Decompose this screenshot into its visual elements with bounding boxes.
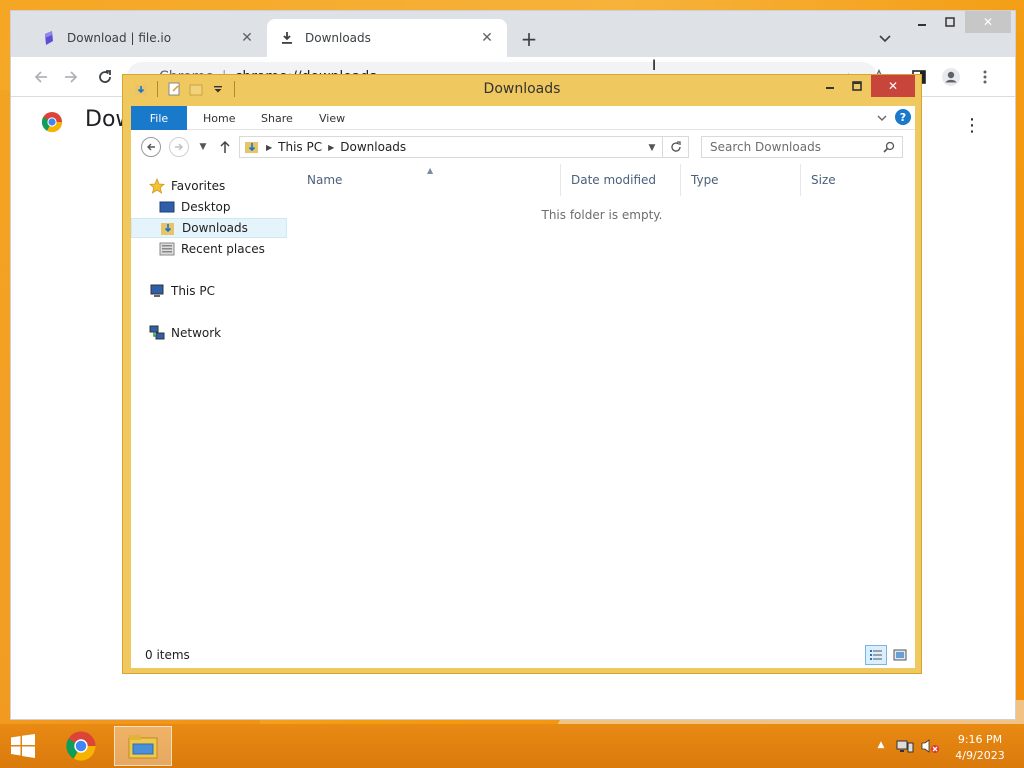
sort-ascending-icon: ▲ <box>427 166 434 175</box>
chrome-logo-icon <box>66 731 96 761</box>
reload-icon[interactable] <box>93 65 117 89</box>
chevron-down-icon[interactable]: ▼ <box>646 141 658 155</box>
file-explorer-window: Downloads ✕ File Home Share View ? ▼ ▶ T… <box>122 74 922 674</box>
kebab-menu-icon[interactable]: ⋮ <box>963 115 981 136</box>
breadcrumb-separator-icon: ▶ <box>328 142 335 152</box>
details-view-icon[interactable] <box>865 645 887 665</box>
nav-item-this-pc[interactable]: This PC <box>131 281 287 301</box>
close-icon[interactable]: ✕ <box>479 30 495 46</box>
item-count: 0 items <box>145 648 190 662</box>
navigation-pane: Favorites Desktop Downloads Recent place… <box>131 164 289 642</box>
nav-item-label: Downloads <box>182 221 248 235</box>
close-button[interactable]: ✕ <box>871 75 915 97</box>
empty-folder-message: This folder is empty. <box>541 208 663 222</box>
tab-view[interactable]: View <box>305 106 359 130</box>
show-hidden-icons-icon[interactable]: ▲ <box>874 738 888 752</box>
back-button[interactable] <box>141 137 161 157</box>
search-icon[interactable] <box>881 139 897 155</box>
nav-item-downloads[interactable]: Downloads <box>131 218 287 238</box>
search-input[interactable] <box>701 136 903 158</box>
minimize-button[interactable] <box>907 11 937 33</box>
download-icon <box>279 30 295 46</box>
ribbon-tabs: File Home Share View ? <box>131 106 915 130</box>
tab-file-io[interactable]: Download | file.io ✕ <box>29 19 267 57</box>
column-header-date-modified[interactable]: Date modified <box>561 164 681 196</box>
clock-time[interactable]: 9:16 PM <box>950 733 1010 746</box>
nav-item-label: Desktop <box>181 200 231 214</box>
breadcrumb-separator-icon: ▶ <box>266 142 273 152</box>
file-io-logo-icon <box>41 30 57 46</box>
breadcrumb[interactable]: ▶ This PC ▶ Downloads ▼ <box>239 136 663 158</box>
column-header-size[interactable]: Size <box>801 164 881 196</box>
up-arrow-icon[interactable] <box>217 138 233 156</box>
recent-places-icon <box>159 241 175 257</box>
clock-date[interactable]: 4/9/2023 <box>950 749 1010 762</box>
tab-home[interactable]: Home <box>189 106 249 130</box>
column-header-label: Date modified <box>571 173 657 187</box>
chrome-logo-icon <box>41 111 63 133</box>
computer-icon <box>149 283 165 299</box>
tab-title: Downloads <box>305 31 371 45</box>
chrome-tabstrip: Download | file.io ✕ Downloads ✕ + ✕ <box>11 11 1015 57</box>
status-bar: 0 items <box>131 642 915 668</box>
nav-item-label: This PC <box>171 284 215 298</box>
star-icon <box>149 178 165 194</box>
network-tray-icon[interactable] <box>896 738 914 754</box>
chevron-down-icon[interactable] <box>873 27 897 51</box>
taskbar-file-explorer[interactable] <box>114 726 172 766</box>
nav-item-network[interactable]: Network <box>131 323 287 343</box>
maximize-button[interactable] <box>843 75 871 97</box>
help-icon[interactable]: ? <box>895 109 911 125</box>
nav-item-label: Network <box>171 326 222 340</box>
breadcrumb-this-pc[interactable]: This PC <box>278 140 322 154</box>
forward-arrow-icon[interactable] <box>59 65 83 89</box>
nav-item-favorites[interactable]: Favorites <box>131 176 287 196</box>
folder-download-icon <box>160 220 176 236</box>
folder-download-icon <box>244 139 260 155</box>
breadcrumb-downloads[interactable]: Downloads <box>340 140 406 154</box>
explorer-titlebar: Downloads ✕ <box>123 75 921 105</box>
volume-muted-icon[interactable] <box>920 738 940 754</box>
profile-avatar-icon[interactable] <box>939 65 963 89</box>
tab-file[interactable]: File <box>131 106 187 130</box>
column-header-label: Type <box>691 173 719 187</box>
taskbar-chrome[interactable] <box>52 726 110 766</box>
forward-button[interactable] <box>169 137 189 157</box>
explorer-address-bar: ▼ ▶ This PC ▶ Downloads ▼ <box>131 130 915 164</box>
maximize-button[interactable] <box>935 11 965 33</box>
tab-downloads[interactable]: Downloads ✕ <box>267 19 507 57</box>
column-header-label: Name <box>307 173 343 187</box>
taskbar: ▲ 9:16 PM 4/9/2023 <box>0 724 1024 768</box>
minimize-button[interactable] <box>817 75 843 97</box>
file-list-pane: Name ▲ Date modified Type Size This fold… <box>297 164 915 642</box>
column-header-name[interactable]: Name ▲ <box>297 164 561 196</box>
nav-item-recent-places[interactable]: Recent places <box>131 239 287 259</box>
windows-start-icon[interactable] <box>8 732 38 760</box>
kebab-menu-icon[interactable] <box>973 65 997 89</box>
network-icon <box>149 325 165 341</box>
close-button[interactable]: ✕ <box>965 11 1011 33</box>
desktop-icon <box>159 199 175 215</box>
new-tab-button[interactable]: + <box>517 27 541 51</box>
tab-share[interactable]: Share <box>247 106 307 130</box>
back-arrow-icon[interactable] <box>29 65 53 89</box>
column-header-type[interactable]: Type <box>681 164 801 196</box>
close-icon[interactable]: ✕ <box>239 30 255 46</box>
window-title: Downloads <box>483 81 561 97</box>
refresh-icon[interactable] <box>663 136 689 158</box>
nav-item-desktop[interactable]: Desktop <box>131 197 287 217</box>
recent-locations-dropdown-icon[interactable]: ▼ <box>197 138 209 156</box>
chevron-down-icon[interactable] <box>875 110 889 126</box>
large-icons-view-icon[interactable] <box>889 645 911 665</box>
nav-item-label: Recent places <box>181 242 265 256</box>
column-header-label: Size <box>811 173 836 187</box>
nav-item-label: Favorites <box>171 179 226 193</box>
file-explorer-icon <box>128 735 158 759</box>
tab-title: Download | file.io <box>67 31 172 45</box>
explorer-body: Favorites Desktop Downloads Recent place… <box>131 164 915 642</box>
i-beam-cursor-icon: I <box>652 58 657 74</box>
